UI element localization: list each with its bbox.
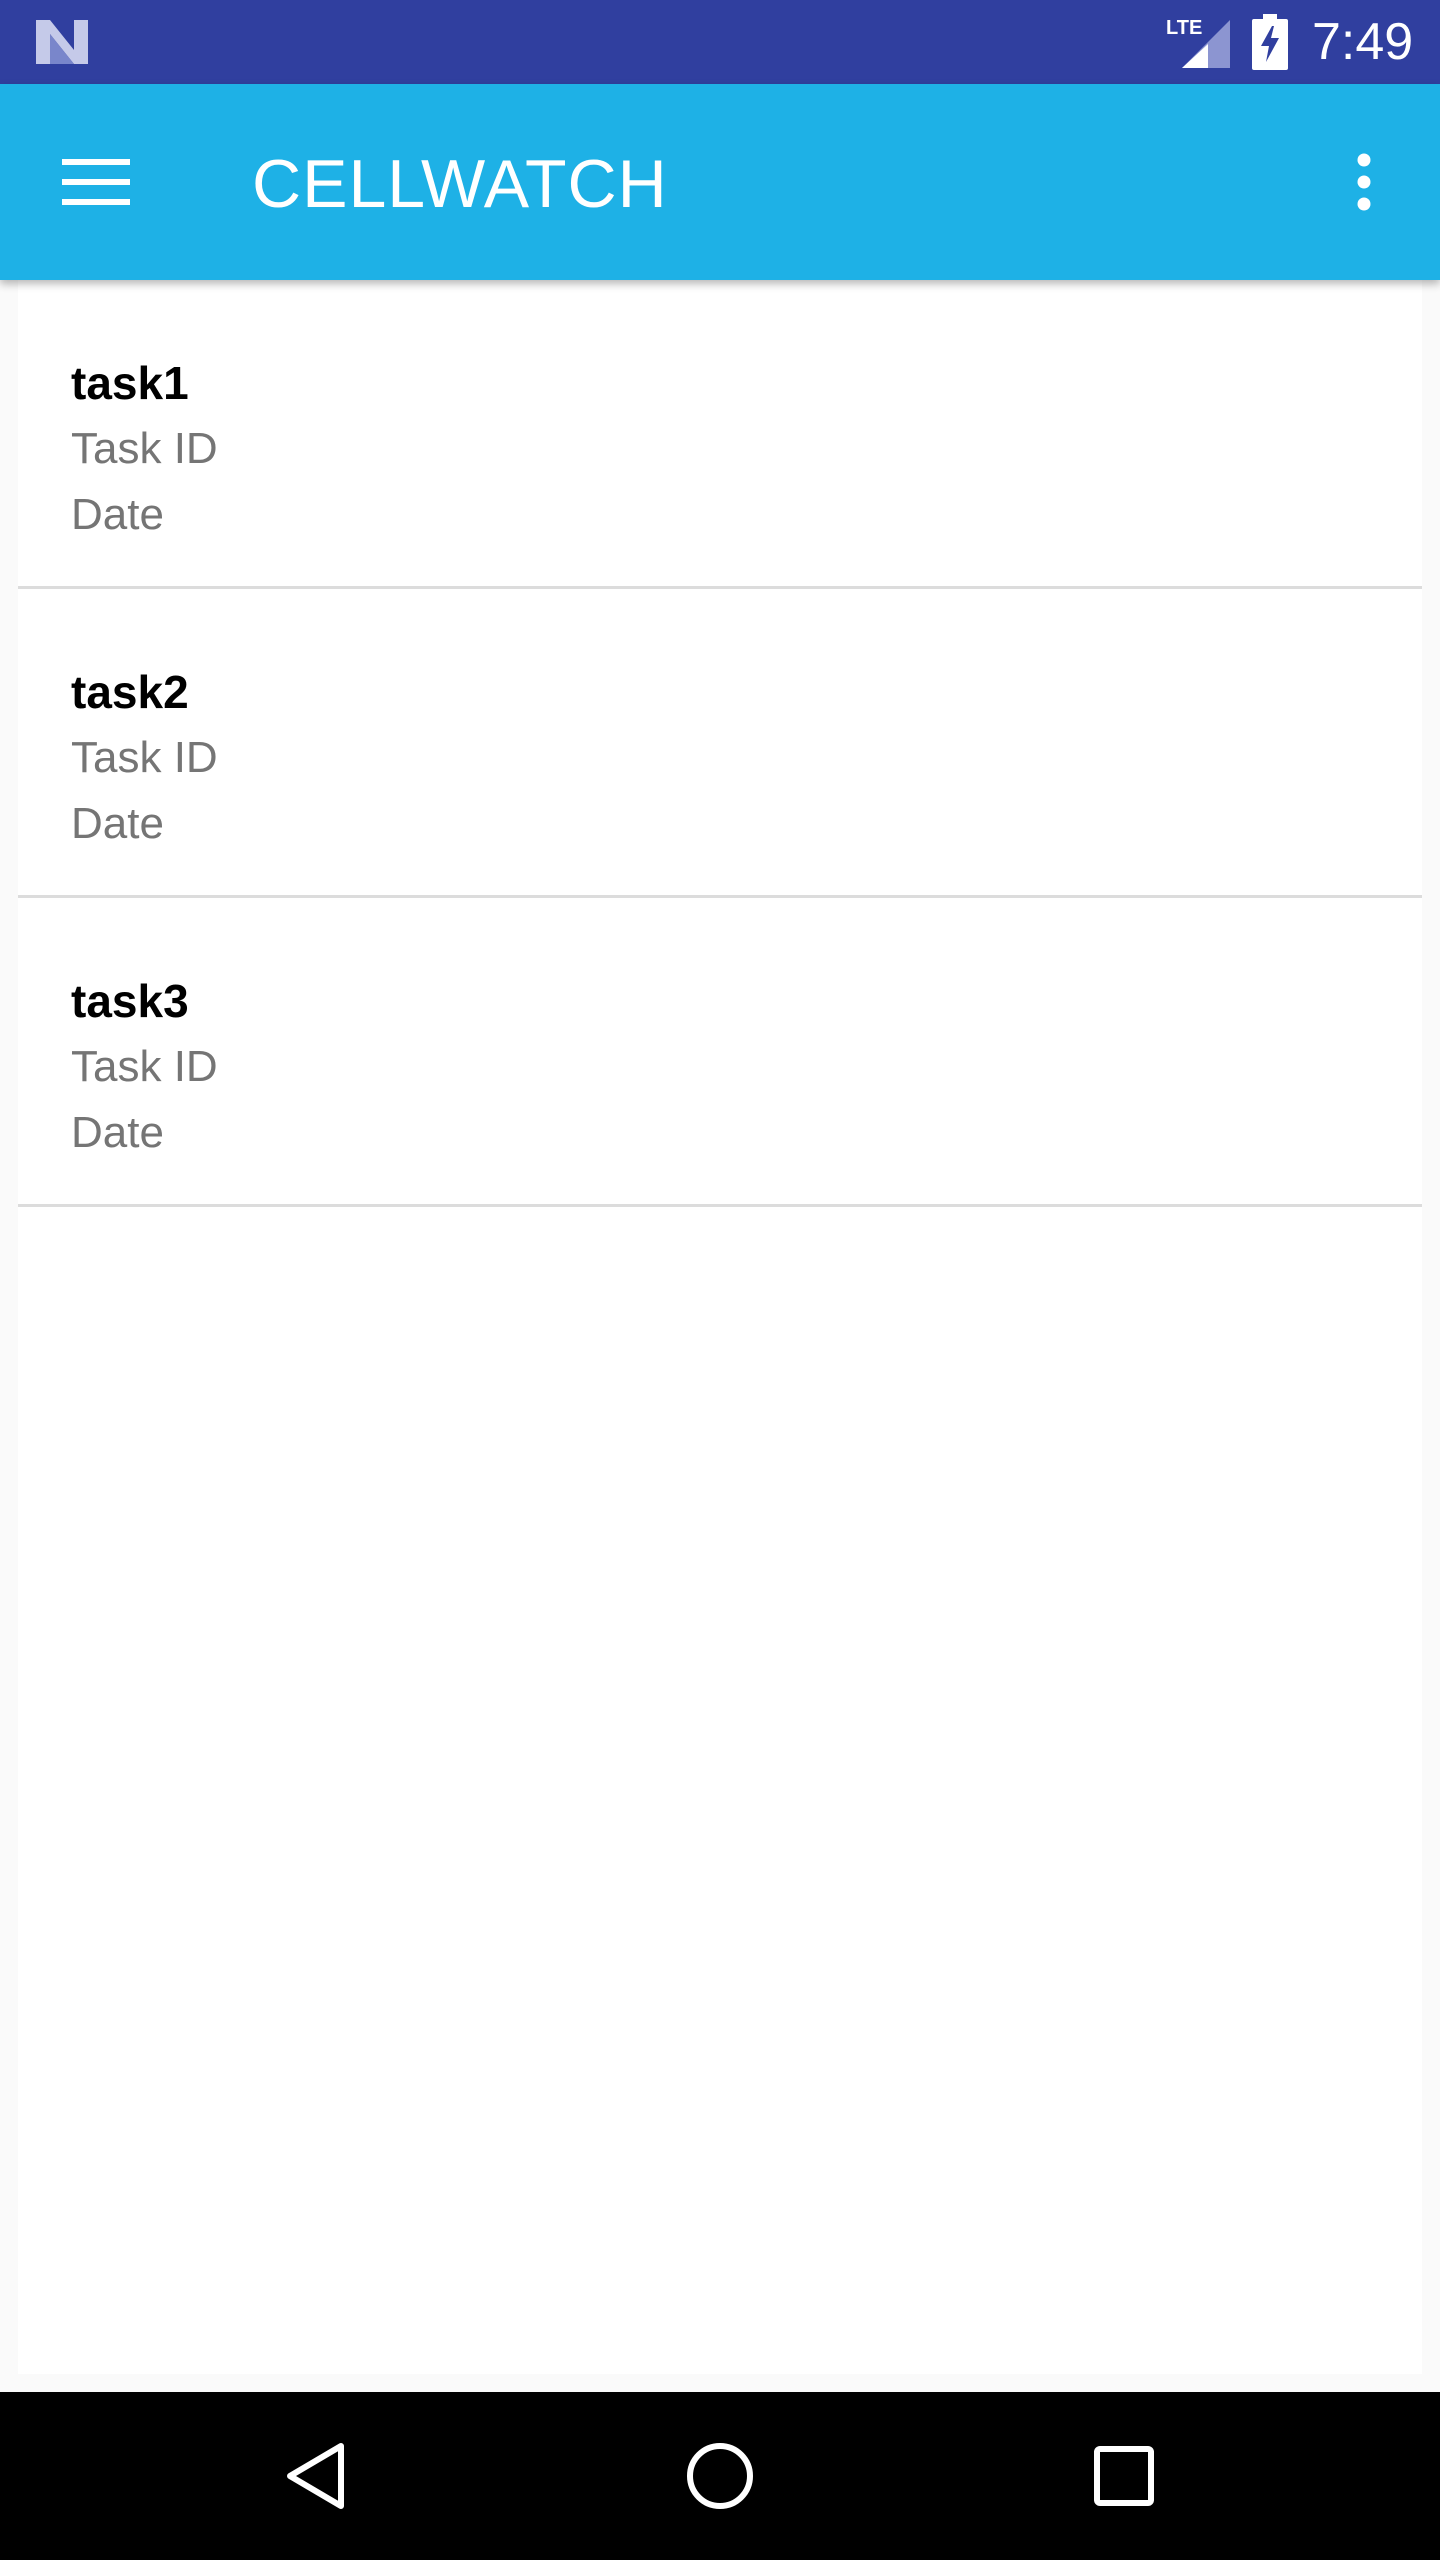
recents-square-icon (1094, 2446, 1154, 2506)
task-name: task2 (71, 666, 189, 718)
task-name: task1 (71, 357, 189, 409)
app-bar: CELLWATCH (0, 84, 1440, 280)
recents-button[interactable] (1074, 2426, 1174, 2526)
home-circle-icon (687, 2443, 753, 2509)
task-date-label: Date (71, 490, 164, 539)
more-vert-icon (1357, 153, 1371, 211)
status-time: 7:49 (1312, 13, 1414, 71)
status-bar: LTE 7:49 (0, 0, 1440, 84)
screen: LTE 7:49 CELLWATCH task1 Task ID Date ta… (0, 0, 1440, 2560)
network-label: LTE (1166, 17, 1202, 39)
back-triangle-icon (287, 2443, 344, 2509)
menu-button[interactable] (48, 134, 144, 230)
battery-charging-icon (1252, 14, 1288, 70)
task-id-label: Task ID (71, 733, 218, 782)
hamburger-menu-icon (62, 159, 130, 205)
task-id-label: Task ID (71, 424, 218, 473)
task-id-label: Task ID (71, 1042, 218, 1091)
task-list-item[interactable]: task2 Task ID Date (18, 589, 1422, 898)
app-title: CELLWATCH (252, 146, 668, 222)
task-list-item[interactable]: task3 Task ID Date (18, 898, 1422, 1207)
task-date-label: Date (71, 799, 164, 848)
task-date-label: Date (71, 1108, 164, 1157)
task-list: task1 Task ID Date task2 Task ID Date ta… (18, 280, 1422, 1207)
navigation-bar (0, 2392, 1440, 2560)
n-logo-icon (36, 20, 88, 64)
task-list-item[interactable]: task1 Task ID Date (18, 280, 1422, 589)
task-list-container: task1 Task ID Date task2 Task ID Date ta… (18, 280, 1422, 2374)
home-button[interactable] (670, 2426, 770, 2526)
task-name: task3 (71, 975, 189, 1027)
back-button[interactable] (266, 2426, 366, 2526)
signal-icon: LTE (1166, 17, 1230, 68)
overflow-menu-button[interactable] (1316, 134, 1412, 230)
